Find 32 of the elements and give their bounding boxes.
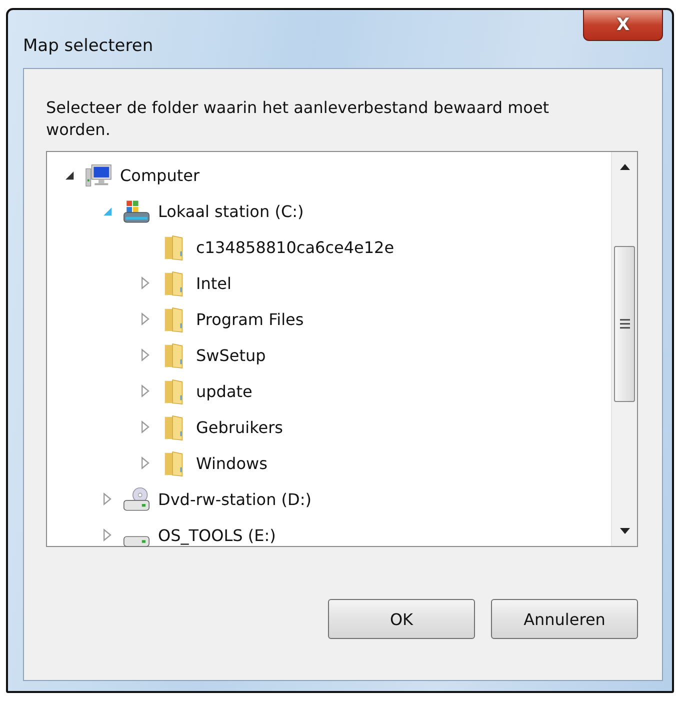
expand-arrow-icon[interactable] (139, 312, 151, 326)
instruction-text: Selecteer de folder waarin het aanleverbestand bewaard moet worden. (46, 97, 550, 141)
tree-item[interactable]: Intel (196, 274, 232, 292)
expand-arrow-icon[interactable] (139, 420, 151, 434)
expand-arrow-icon[interactable] (101, 528, 113, 542)
scroll-down-icon[interactable] (618, 528, 630, 534)
tree-item[interactable]: update (196, 382, 252, 400)
tree-item[interactable]: Program Files (196, 310, 304, 328)
vertical-scrollbar[interactable] (611, 152, 637, 546)
dvd-drive-icon (123, 486, 150, 512)
scrollbar-thumb[interactable] (614, 246, 635, 402)
computer-icon (85, 162, 112, 188)
close-button[interactable]: X (583, 10, 663, 41)
dialog-button[interactable]: OK (328, 599, 475, 639)
windows-drive-icon (123, 198, 150, 224)
tree-item[interactable]: Dvd-rw-station (D:) (158, 490, 312, 508)
tree-item[interactable]: Computer (120, 166, 200, 184)
tree-item[interactable]: SwSetup (196, 346, 266, 364)
expand-arrow-icon[interactable] (139, 456, 151, 470)
grip-icon (618, 319, 630, 329)
tree-item[interactable]: c134858810ca6ce4e12e (196, 238, 394, 256)
expand-arrow-icon[interactable] (139, 348, 151, 362)
dialog-button[interactable]: Annuleren (491, 599, 638, 639)
tree-item[interactable]: Lokaal station (C:) (158, 202, 304, 220)
tree-item[interactable]: OS_TOOLS (E:) (158, 526, 276, 544)
expand-arrow-icon[interactable] (139, 276, 151, 290)
window-title: Map selecteren (23, 36, 154, 56)
expand-arrow-icon[interactable] (101, 492, 113, 506)
expand-arrow-icon[interactable] (139, 384, 151, 398)
tree-item[interactable]: Gebruikers (196, 418, 284, 436)
tree-item[interactable]: Windows (196, 454, 268, 472)
scroll-up-icon[interactable] (618, 164, 630, 170)
